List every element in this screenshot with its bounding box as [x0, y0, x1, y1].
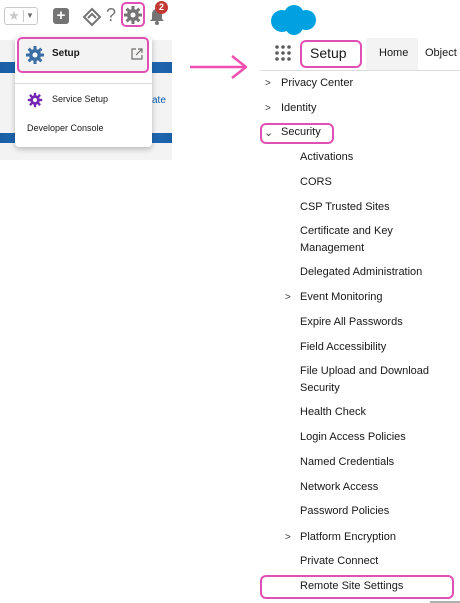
trailhead-icon[interactable]: [82, 7, 102, 27]
tree-item-platform-encryption[interactable]: Platform Encryption: [300, 529, 396, 546]
tree-item-expire-all-passwords[interactable]: Expire All Passwords: [300, 314, 403, 331]
tree-item-identity[interactable]: Identity: [281, 100, 316, 117]
menu-item-developer-console[interactable]: Developer Console: [27, 123, 104, 133]
menu-item-service-setup[interactable]: Service Setup: [52, 94, 108, 104]
tree-item-delegated-administration[interactable]: Delegated Administration: [300, 264, 422, 281]
tree-item-file-upload-and-download-security[interactable]: File Upload and Download Security: [300, 363, 440, 397]
tree-item-named-credentials[interactable]: Named Credentials: [300, 454, 394, 471]
chevron-right-icon[interactable]: >: [285, 292, 291, 303]
help-icon[interactable]: ?: [104, 5, 118, 25]
tree-item-login-access-policies[interactable]: Login Access Policies: [300, 429, 406, 446]
menu-divider: [15, 83, 152, 84]
menu-item-setup[interactable]: Setup: [17, 37, 149, 73]
chevron-down-icon[interactable]: ⌄: [264, 126, 273, 139]
global-actions-plus-icon[interactable]: +: [53, 8, 69, 24]
background-peek-text: ate: [152, 95, 166, 106]
tab-home-label[interactable]: Home: [379, 47, 408, 59]
tree-item-cors[interactable]: CORS: [300, 174, 332, 191]
menu-item-setup-label: Setup: [52, 48, 80, 59]
tree-item-field-accessibility[interactable]: Field Accessibility: [300, 339, 386, 356]
setup-gear-icon: [26, 46, 44, 64]
tree-item-password-policies[interactable]: Password Policies: [300, 503, 389, 520]
tree-item-activations[interactable]: Activations: [300, 149, 353, 166]
external-link-icon: [131, 48, 143, 60]
gear-icon[interactable]: [123, 5, 143, 25]
setup-dropdown-menu: Setup Service Setup Developer Console: [15, 37, 152, 147]
notification-badge: 2: [155, 1, 168, 14]
salesforce-cloud-logo: [271, 5, 316, 35]
app-launcher-icon[interactable]: [274, 44, 292, 62]
tab-object-manager-label[interactable]: Object: [425, 47, 457, 59]
tree-item-event-monitoring[interactable]: Event Monitoring: [300, 289, 383, 306]
right-arrow-icon: [190, 55, 248, 79]
tree-item-network-access[interactable]: Network Access: [300, 479, 378, 496]
tree-item-privacy-center[interactable]: Privacy Center: [281, 75, 353, 92]
global-header-actions: ★ ▼ + ? 2: [0, 0, 172, 34]
chevron-right-icon[interactable]: >: [265, 103, 271, 114]
tree-item-health-check[interactable]: Health Check: [300, 404, 366, 421]
tree-item-private-connect[interactable]: Private Connect: [300, 553, 378, 570]
chevron-right-icon[interactable]: >: [285, 532, 291, 543]
tree-item-csp-trusted-sites[interactable]: CSP Trusted Sites: [300, 199, 390, 216]
left-screenshot: ★ ▼ + ? 2 ate Setup Service Setup Develo…: [0, 0, 172, 160]
chevron-right-icon[interactable]: >: [265, 78, 271, 89]
favorites-button[interactable]: ★ ▼: [4, 7, 38, 25]
app-title: Setup: [310, 45, 347, 61]
star-icon: ★: [8, 8, 20, 23]
tree-item-certificate-and-key-management[interactable]: Certificate and Key Management: [300, 223, 430, 257]
chevron-down-icon[interactable]: ▼: [23, 10, 36, 22]
service-setup-gear-icon: [27, 92, 43, 108]
tree-item-remote-site-settings[interactable]: Remote Site Settings: [300, 578, 403, 595]
tree-item-security[interactable]: Security: [281, 124, 321, 141]
